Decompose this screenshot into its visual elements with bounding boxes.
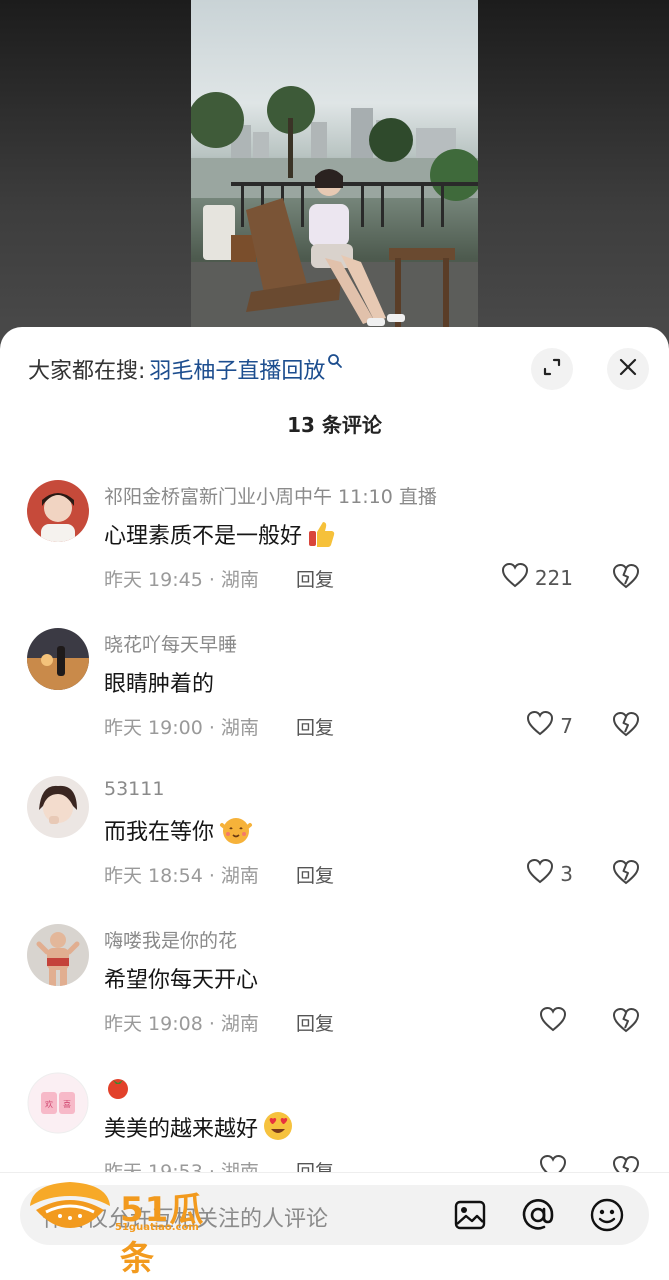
broken-heart-icon [611,1007,641,1038]
comment-text-content: 心理素质不是一般好 [104,524,303,549]
like-count: 3 [560,861,573,886]
expand-icon [541,356,563,382]
like-count: 221 [534,565,573,590]
svg-text:欢: 欢 [45,1099,53,1109]
comment-item[interactable]: 晓花吖每天早睡 眼睛肿着的 昨天 19:00 · 湖南 回复 7 [0,628,669,776]
watermark-subtext: 51guatiao.com [115,1222,199,1233]
comment-username[interactable]: 嗨喽我是你的花 [104,926,237,953]
like-button[interactable] [539,1006,573,1037]
comment-item[interactable]: 嗨喽我是你的花 希望你每天开心 昨天 19:08 · 湖南 回复 [0,924,669,1072]
thumbs-up-emoji [306,519,336,549]
dislike-button[interactable] [611,562,641,594]
expand-button[interactable] [531,348,573,390]
tomato-icon [104,1079,132,1105]
comment-username[interactable]: 祁阳金桥富新门业小周中午 11:10 直播 [104,482,437,509]
comment-item[interactable]: 祁阳金桥富新门业小周中午 11:10 直播 心理素质不是一般好 昨天 19:45… [0,480,669,628]
avatar[interactable] [27,776,89,838]
comment-text: 眼睛肿着的 [104,672,215,697]
avatar[interactable] [27,628,89,690]
trending-search-row[interactable]: 大家都在搜: 羽毛柚子直播回放 [28,349,343,389]
video-player[interactable] [191,0,478,345]
trending-search-link[interactable]: 羽毛柚子直播回放 [149,353,325,385]
dislike-button[interactable] [611,710,641,742]
close-icon [618,357,638,381]
heart-outline-icon [539,1006,567,1037]
broken-heart-icon [611,859,641,890]
like-button[interactable]: 7 [526,710,573,741]
svg-text:喜: 喜 [63,1099,71,1109]
comment-meta: 昨天 19:00 · 湖南 [104,717,259,739]
like-button[interactable]: 221 [501,562,573,593]
like-button[interactable]: 3 [526,858,573,889]
comment-username[interactable]: 53111 [104,778,164,800]
watermark-melon-icon [30,1182,110,1228]
emoji-icon[interactable] [589,1197,625,1233]
image-icon[interactable] [452,1197,488,1233]
heart-eyes-emoji [262,1110,293,1140]
comment-text: 而我在等你 [104,814,253,846]
comment-meta: 昨天 19:45 · 湖南 [104,569,259,591]
comment-username[interactable] [104,1074,132,1105]
comment-text: 希望你每天开心 [104,968,259,993]
broken-heart-icon [611,711,641,742]
heart-outline-icon [526,710,554,741]
broken-heart-icon [611,563,641,594]
avatar[interactable]: 欢喜 [27,1072,89,1134]
divider [0,1172,669,1173]
reply-button[interactable]: 回复 [296,713,334,740]
heart-outline-icon [501,562,529,593]
reply-button[interactable]: 回复 [296,1009,334,1036]
dislike-button[interactable] [611,1006,641,1038]
reply-button[interactable]: 回复 [296,565,334,592]
reply-button[interactable]: 回复 [296,861,334,888]
comment-meta: 昨天 19:08 · 湖南 [104,1013,259,1035]
avatar[interactable] [27,924,89,986]
comment-text-content: 而我在等你 [104,820,215,845]
cute-face-emoji [218,815,253,845]
comment-item[interactable]: 53111 而我在等你 昨天 18:54 · 湖南 回复 3 [0,776,669,924]
trending-search-prefix: 大家都在搜: [28,359,146,384]
search-icon [327,353,343,369]
comment-meta: 昨天 18:54 · 湖南 [104,865,259,887]
comment-sheet: 大家都在搜: 羽毛柚子直播回放 13 条评论 祁阳金桥富新门业小周中午 11:1… [0,327,669,1280]
close-button[interactable] [607,348,649,390]
comment-text-content: 美美的越来越好 [104,1117,259,1142]
heart-outline-icon [526,858,554,889]
like-count: 7 [560,713,573,738]
comment-username[interactable]: 晓花吖每天早睡 [104,630,237,657]
video-frame-image [191,86,478,345]
comment-text: 美美的越来越好 [104,1110,293,1143]
comment-count-title: 13 条评论 [287,413,382,437]
avatar[interactable] [27,480,89,542]
mention-icon[interactable] [520,1197,556,1233]
watermark-logo: 51瓜条 51guatiao.com [22,1176,237,1279]
dislike-button[interactable] [611,858,641,890]
comment-text: 心理素质不是一般好 [104,518,336,550]
